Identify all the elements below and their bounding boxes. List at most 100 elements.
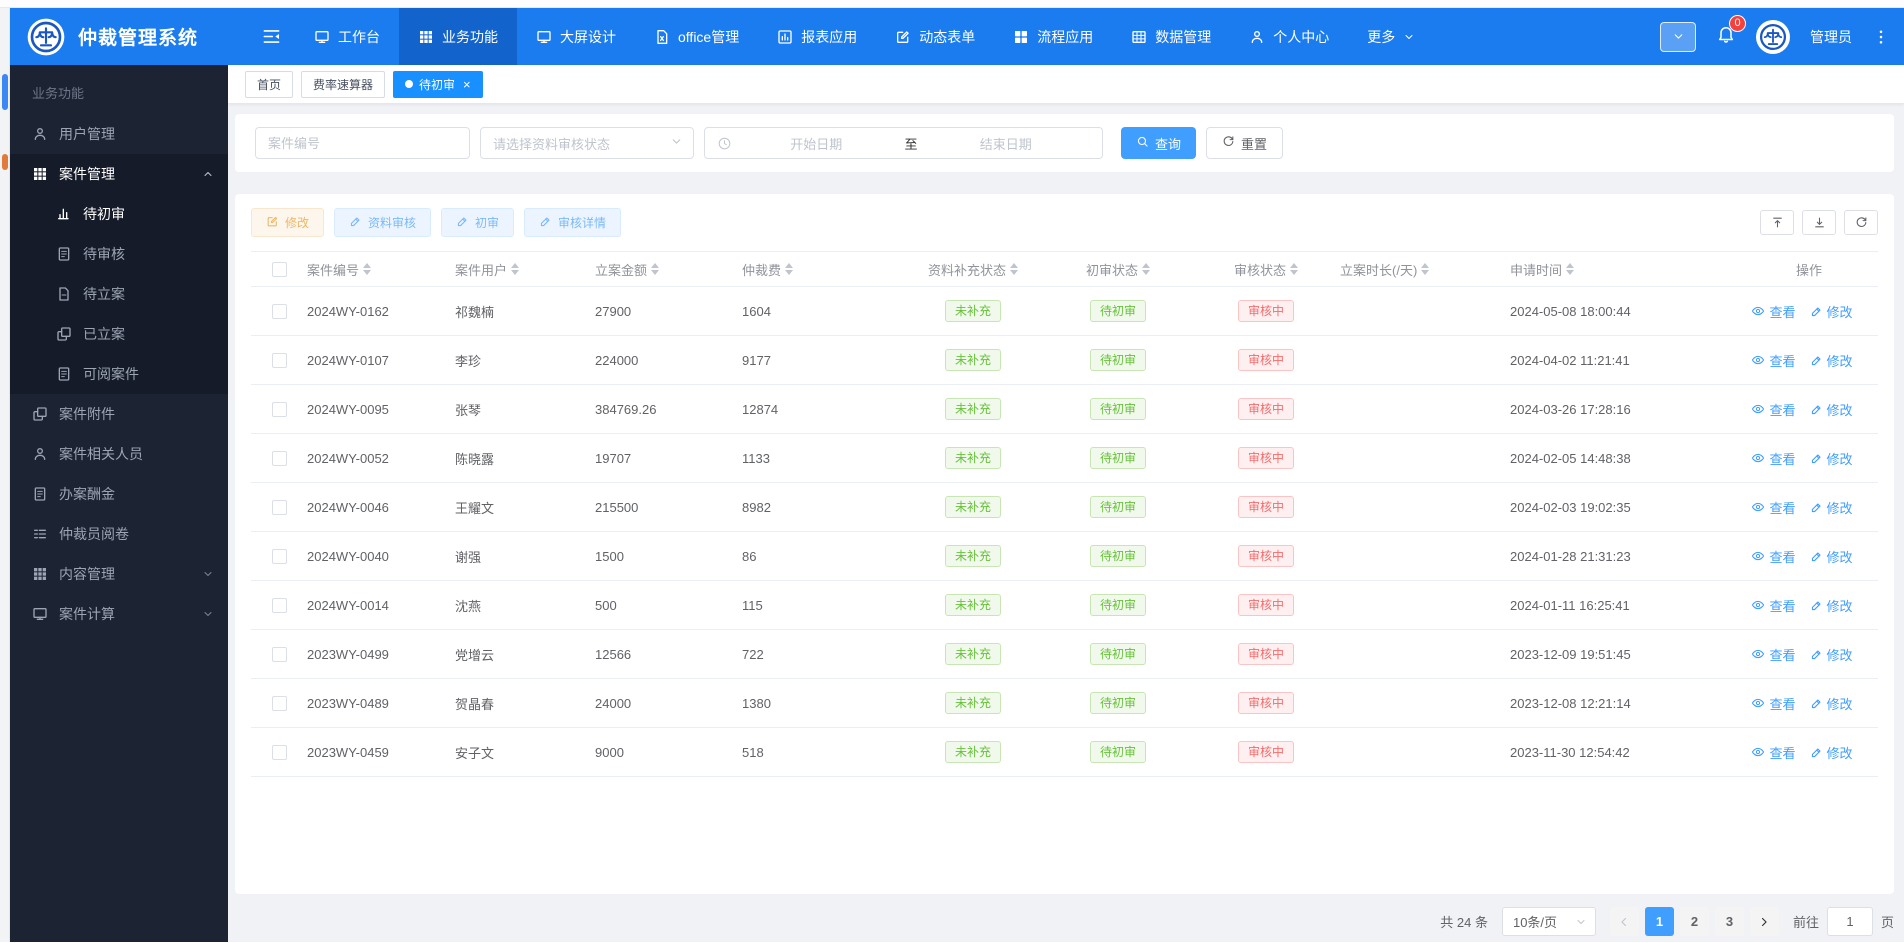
edit-link[interactable]: 修改: [1810, 743, 1853, 762]
sidebar-item-case-mgmt[interactable]: 案件管理: [10, 154, 228, 194]
sidebar-item-filed[interactable]: 已立案: [10, 314, 228, 354]
sidebar-item-pending-filing[interactable]: 待立案: [10, 274, 228, 314]
material-review-status-select[interactable]: 请选择资料审核状态: [480, 127, 694, 159]
view-link[interactable]: 查看: [1751, 400, 1796, 419]
col-header-apply_time[interactable]: 申请时间: [1510, 260, 1740, 279]
sidebar-item-pending-review[interactable]: 待审核: [10, 234, 228, 274]
page-1-button[interactable]: 1: [1644, 907, 1674, 936]
refresh-table-button[interactable]: [1844, 210, 1878, 235]
col-header-case_no[interactable]: 案件编号: [307, 260, 455, 279]
row-checkbox[interactable]: [271, 548, 287, 564]
view-link[interactable]: 查看: [1751, 694, 1796, 713]
search-button[interactable]: 查询: [1121, 127, 1197, 159]
edit-link[interactable]: 修改: [1810, 547, 1853, 566]
col-header-user[interactable]: 案件用户: [455, 260, 595, 279]
edit-link[interactable]: 修改: [1810, 400, 1853, 419]
sort-carets[interactable]: [1566, 263, 1575, 275]
edit-link[interactable]: 修改: [1810, 351, 1853, 370]
row-checkbox[interactable]: [271, 597, 287, 613]
notifications-button[interactable]: 0: [1716, 15, 1746, 49]
select-all-checkbox[interactable]: [271, 261, 287, 277]
col-header-amount[interactable]: 立案金额: [595, 260, 742, 279]
goto-page-input[interactable]: [1826, 907, 1873, 936]
row-checkbox[interactable]: [271, 450, 287, 466]
sidebar-item-arbitrator-file-review[interactable]: 仲裁员阅卷: [10, 514, 228, 554]
nav-item-workflow[interactable]: 流程应用: [994, 8, 1112, 65]
window-left-scrollbar[interactable]: [0, 8, 10, 942]
sort-carets[interactable]: [1290, 263, 1298, 275]
sidebar-item-content-mgmt[interactable]: 内容管理: [10, 554, 228, 594]
nav-item-report[interactable]: 报表应用: [758, 8, 876, 65]
row-checkbox[interactable]: [271, 695, 287, 711]
nav-item-more[interactable]: 更多: [1348, 8, 1434, 65]
row-checkbox[interactable]: [271, 646, 287, 662]
edit-link[interactable]: 修改: [1810, 596, 1853, 615]
sidebar-item-pending-initial-review[interactable]: 待初审: [10, 194, 228, 234]
view-link[interactable]: 查看: [1751, 547, 1796, 566]
page-3-button[interactable]: 3: [1714, 907, 1744, 936]
tab-rate-calculator[interactable]: 费率速算器: [301, 70, 386, 98]
nav-item-workbench[interactable]: 工作台: [295, 8, 399, 65]
nav-item-office[interactable]: office管理: [635, 8, 758, 65]
scrollbar-thumb[interactable]: [2, 74, 8, 110]
review-detail-button[interactable]: 审核详情: [524, 208, 622, 237]
reset-button[interactable]: 重置: [1206, 127, 1284, 159]
sidebar-item-case-related-persons[interactable]: 案件相关人员: [10, 434, 228, 474]
date-range-picker[interactable]: 开始日期 至 结束日期: [704, 127, 1103, 159]
next-page-button[interactable]: [1749, 907, 1779, 936]
edit-link[interactable]: 修改: [1810, 449, 1853, 468]
col-header-supplement_status[interactable]: 资料补充状态: [902, 260, 1044, 279]
menu-fold-icon[interactable]: [256, 8, 295, 65]
tab-pending-initial-review[interactable]: 待初审 ×: [393, 70, 483, 98]
view-link[interactable]: 查看: [1751, 498, 1796, 517]
sidebar-item-case-attachments[interactable]: 案件附件: [10, 394, 228, 434]
prev-page-button[interactable]: [1609, 907, 1639, 936]
initial-review-button[interactable]: 初审: [441, 208, 515, 237]
case-no-input[interactable]: [255, 127, 470, 159]
material-review-button[interactable]: 资料审核: [334, 208, 432, 237]
row-checkbox[interactable]: [271, 352, 287, 368]
edit-link[interactable]: 修改: [1810, 302, 1853, 321]
page-2-button[interactable]: 2: [1679, 907, 1709, 936]
sort-carets[interactable]: [785, 263, 794, 275]
nav-item-profile[interactable]: 个人中心: [1230, 8, 1348, 65]
move-down-button[interactable]: [1802, 210, 1836, 235]
page-size-select[interactable]: 10条/页: [1501, 907, 1596, 936]
nav-item-screen-design[interactable]: 大屏设计: [517, 8, 635, 65]
move-up-button[interactable]: [1760, 210, 1794, 235]
row-checkbox[interactable]: [271, 401, 287, 417]
row-checkbox[interactable]: [271, 744, 287, 760]
sidebar-item-case-remuneration[interactable]: 办案酬金: [10, 474, 228, 514]
sort-carets[interactable]: [651, 263, 660, 275]
sort-carets[interactable]: [363, 263, 372, 275]
more-options-icon[interactable]: [1872, 28, 1890, 46]
view-link[interactable]: 查看: [1751, 351, 1796, 370]
sidebar-item-user-mgmt[interactable]: 用户管理: [10, 114, 228, 154]
sort-carets[interactable]: [511, 263, 520, 275]
row-checkbox[interactable]: [271, 499, 287, 515]
edit-link[interactable]: 修改: [1810, 694, 1853, 713]
sidebar-item-readable-cases[interactable]: 可阅案件: [10, 354, 228, 394]
col-header-review_status[interactable]: 审核状态: [1192, 260, 1340, 279]
sort-carets[interactable]: [1010, 263, 1018, 275]
tab-home[interactable]: 首页: [245, 70, 294, 98]
view-link[interactable]: 查看: [1751, 596, 1796, 615]
col-header-fee[interactable]: 仲裁费: [742, 260, 902, 279]
navbar-dropdown-button[interactable]: [1660, 21, 1696, 52]
sort-carets[interactable]: [1142, 263, 1150, 275]
view-link[interactable]: 查看: [1751, 449, 1796, 468]
edit-link[interactable]: 修改: [1810, 645, 1853, 664]
edit-link[interactable]: 修改: [1810, 498, 1853, 517]
close-icon[interactable]: ×: [463, 78, 471, 91]
sort-carets[interactable]: [1421, 263, 1430, 275]
col-header-initial_status[interactable]: 初审状态: [1044, 260, 1192, 279]
col-header-duration_days[interactable]: 立案时长(/天): [1340, 260, 1510, 279]
edit-button[interactable]: 修改: [251, 208, 325, 237]
avatar[interactable]: [1756, 19, 1790, 54]
nav-item-data-mgmt[interactable]: 数据管理: [1112, 8, 1230, 65]
sidebar-item-case-calculation[interactable]: 案件计算: [10, 594, 228, 634]
view-link[interactable]: 查看: [1751, 302, 1796, 321]
view-link[interactable]: 查看: [1751, 645, 1796, 664]
row-checkbox[interactable]: [271, 303, 287, 319]
nav-item-business[interactable]: 业务功能: [399, 8, 517, 65]
